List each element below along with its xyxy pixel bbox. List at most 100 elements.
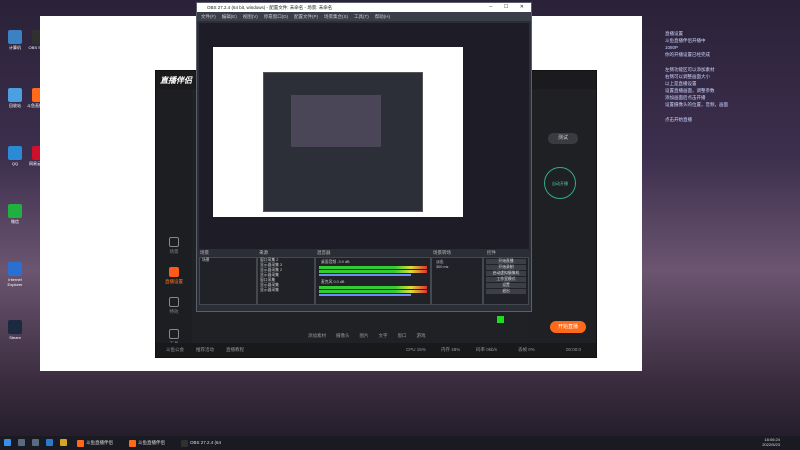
tip-line: 设置摄像头的位置，音频，画面	[665, 102, 728, 107]
task-view-icon[interactable]	[32, 439, 39, 446]
source-tool-button[interactable]: 游戏	[417, 333, 426, 338]
browser-icon[interactable]	[46, 439, 53, 446]
menu-item[interactable]: 帮助(H)	[375, 14, 390, 19]
bitrate-status: 码率 0kb/s	[476, 347, 498, 352]
tip-line: 左侧功能区可以添加素材	[665, 67, 715, 72]
app-icon	[8, 262, 22, 276]
source-tool-button[interactable]: 图片	[360, 333, 369, 338]
menu-item[interactable]: 编辑(E)	[222, 14, 237, 19]
taskbar-app-label: OBS 27.2.4 (64 bit...	[190, 440, 222, 445]
desktop-icon[interactable]: 微信	[2, 204, 28, 225]
nav-item-effects[interactable]: 特效	[156, 297, 192, 315]
control-button[interactable]: 设置	[486, 283, 526, 288]
bottom-link[interactable]: 直播教程	[226, 347, 244, 353]
mixer-channel-name: 麦克风 0.0 dB	[321, 280, 345, 284]
nav-item-label: 特效	[169, 309, 179, 314]
tip-line: 斗鱼直播伴侣开播中	[665, 38, 706, 43]
obs-window: OBS 27.2.4 (64 bit, windows) - 配置文件: 未命名…	[196, 2, 532, 323]
taskbar-app[interactable]: 斗鱼直播伴侣	[76, 437, 126, 449]
menu-item[interactable]: 文件(F)	[201, 14, 216, 19]
volume-slider[interactable]	[319, 294, 411, 296]
menu-item[interactable]: 工具(T)	[354, 14, 369, 19]
test-button[interactable]: 测试	[548, 133, 578, 144]
sources-title: 来源	[259, 250, 268, 255]
douyu-left-nav: 场景 直播设置 特效 工具	[156, 89, 192, 346]
app-icon	[8, 204, 22, 218]
menu-item[interactable]: 视图(V)	[243, 14, 258, 19]
bottom-link[interactable]: 推荐活动	[196, 347, 214, 353]
window-controls[interactable]: ─ ☐ ✕	[489, 3, 529, 12]
app-icon	[129, 440, 136, 447]
obs-menubar: 文件(F) 编辑(E) 视图(V) 停靠窗口(D) 配置文件(P) 场景集合(S) 工具(T…	[197, 12, 531, 21]
source-tool-button[interactable]: 添加素材	[308, 333, 326, 338]
app-icon	[8, 146, 22, 160]
control-button[interactable]: 开始直播	[486, 259, 526, 264]
control-button[interactable]: 退出	[486, 289, 526, 294]
tip-line: 右侧可以调整画面大小	[665, 74, 710, 79]
desktop-icon[interactable]: Internet Explorer	[2, 262, 28, 287]
douyu-logo: 直播伴侣	[160, 76, 192, 85]
control-button[interactable]: 开始录制	[486, 265, 526, 270]
desktop-icon[interactable]: Steam	[2, 320, 28, 340]
sources-panel: 窗口采集 2 显示器采集 3 显示器采集 2 显示器采集 窗口采集 显示器采集 显示器采集	[257, 257, 315, 305]
taskbar-app-label: 斗鱼直播伴侣	[86, 440, 113, 445]
taskbar-app-label: 斗鱼直播伴侣	[138, 440, 165, 445]
live-indicator	[497, 316, 504, 323]
desktop-icon[interactable]: 回收站	[2, 88, 28, 109]
volume-slider[interactable]	[319, 274, 411, 276]
auto-live-toggle[interactable]: 自动开播	[544, 167, 576, 199]
tools-icon	[169, 329, 179, 339]
desktop-icon[interactable]: QQ	[2, 146, 28, 166]
taskbar-app[interactable]: 斗鱼直播伴侣	[128, 437, 178, 449]
tip-line: 以上是直播设置	[665, 81, 697, 86]
desktop-icon-label: QQ	[11, 161, 19, 166]
source-tool-button[interactable]: 窗口	[398, 333, 407, 338]
volume-meter	[319, 286, 427, 289]
source-tool-button[interactable]: 摄像头	[336, 333, 350, 338]
transition-duration[interactable]: 300 ms	[434, 265, 480, 270]
tip-line: 你的开播设置已经完成	[665, 52, 710, 57]
desktop-icon-label: Steam	[9, 335, 21, 340]
effects-icon	[169, 297, 179, 307]
cpu-status: CPU 15%	[406, 347, 426, 352]
menu-item[interactable]: 停靠窗口(D)	[264, 14, 288, 19]
tip-line: 1080P	[665, 45, 679, 50]
control-button[interactable]: 工作室模式	[486, 277, 526, 282]
transitions-title: 场景转场	[433, 250, 451, 255]
control-button[interactable]: 启动虚拟摄像机	[486, 271, 526, 276]
start-live-button[interactable]: 开始直播	[550, 321, 586, 333]
desktop-icon-label: 计算机	[9, 45, 21, 50]
scenes-panel: 场景	[199, 257, 257, 305]
desktop-icon[interactable]: 计算机	[2, 30, 28, 51]
tip-line: 点击开始直播	[665, 117, 692, 122]
tip-line: 直播设置	[665, 31, 683, 36]
controls-panel: 开始直播 开始录制 启动虚拟摄像机 工作室模式 设置 退出	[483, 257, 529, 305]
menu-item[interactable]: 场景集合(S)	[324, 14, 348, 19]
system-tray: 18:06:24 2022/5/23	[762, 437, 780, 447]
app-icon	[8, 320, 22, 334]
taskbar-app[interactable]: OBS 27.2.4 (64 bit...	[180, 437, 230, 449]
app-icon	[181, 440, 188, 447]
menu-item[interactable]: 配置文件(P)	[294, 14, 318, 19]
tip-line: 添加画面后点击开播	[665, 95, 706, 100]
source-tool-button[interactable]: 文字	[379, 333, 388, 338]
clock-date: 2022/5/23	[762, 442, 780, 447]
douyu-right-panel: 测试 自动开播	[528, 89, 596, 345]
desktop-icon-label: 回收站	[9, 103, 21, 108]
mixer-channel: 桌面音频 -3.9 dB	[316, 258, 430, 278]
app-icon	[8, 30, 22, 44]
source-item[interactable]: 显示器采集	[258, 288, 314, 293]
search-icon[interactable]	[18, 439, 25, 446]
nav-item-live-settings[interactable]: 直播设置	[156, 267, 192, 285]
app-icon	[8, 88, 22, 102]
memory-status: 内存 48%	[441, 347, 461, 352]
volume-meter	[319, 290, 427, 293]
nav-item-scene[interactable]: 场景	[156, 237, 192, 255]
live-timer: 00:00:0	[566, 347, 582, 352]
windows-start-icon[interactable]	[4, 439, 11, 446]
file-explorer-icon[interactable]	[60, 439, 67, 446]
scene-item[interactable]: 场景	[200, 258, 256, 263]
app-icon	[77, 440, 84, 447]
mixer-channel: 麦克风 0.0 dB	[316, 278, 430, 298]
bottom-link[interactable]: 斗鱼公会	[166, 347, 184, 353]
